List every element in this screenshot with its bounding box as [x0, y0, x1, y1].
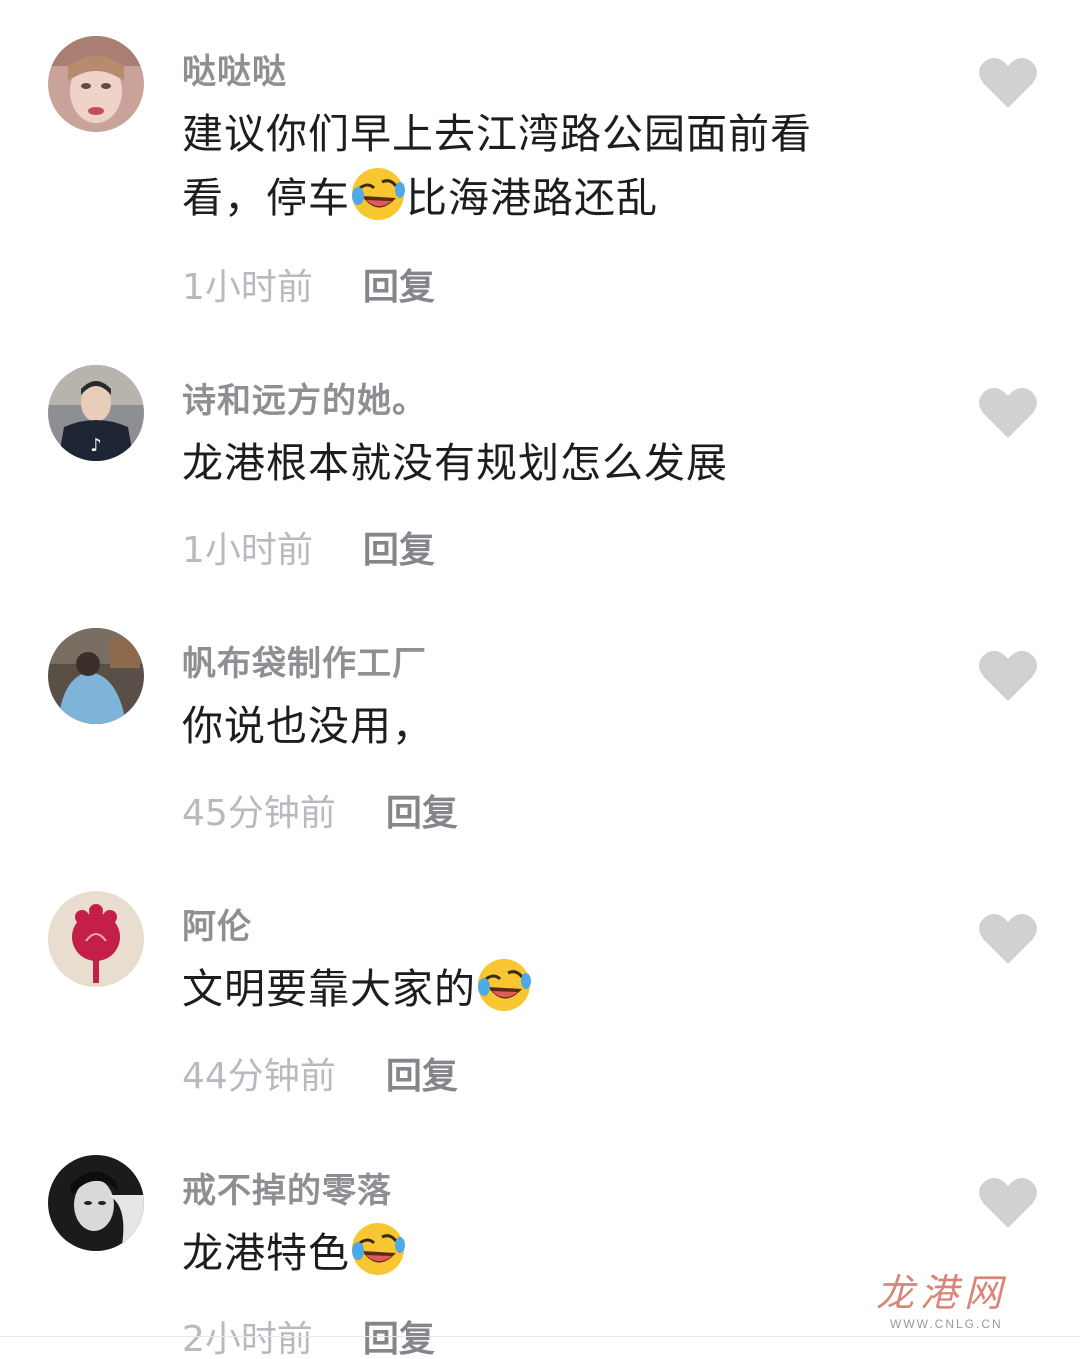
comment-meta: 1小时前 回复	[182, 258, 435, 310]
reply-button[interactable]: 回复	[363, 267, 435, 308]
heart-icon[interactable]	[978, 1176, 1038, 1230]
avatar[interactable]	[48, 1155, 144, 1251]
comment-meta: 1小时前 回复	[182, 521, 435, 573]
comment-time: 44分钟前	[182, 1056, 336, 1097]
comment-text-part: 龙港特色	[182, 1229, 350, 1277]
comment-text: 龙港特色	[182, 1221, 882, 1285]
comment-text-part: 比海港路还乱	[406, 174, 658, 222]
comment-text: 你说也没用，	[182, 694, 882, 758]
avatar[interactable]: ♪	[48, 365, 144, 461]
comment-list-page: 哒哒哒 建议你们早上去江湾路公园面前看看，停车 比海港路还乱 1小时前 回复 ♪…	[0, 0, 1080, 1359]
comment-username[interactable]: 戒不掉的零落	[182, 1163, 392, 1212]
comment-username[interactable]: 阿伦	[182, 899, 252, 948]
watermark-logo: 龙港网	[876, 1271, 1009, 1315]
watermark: 龙港网 WWW.CNLG.CN	[876, 1262, 1016, 1342]
rofl-emoji	[352, 1223, 405, 1275]
rofl-emoji	[478, 959, 531, 1011]
avatar[interactable]	[48, 628, 144, 724]
svg-text:♪: ♪	[90, 435, 102, 456]
comment-username[interactable]: 哒哒哒	[182, 44, 287, 93]
heart-icon[interactable]	[978, 912, 1038, 966]
comment-time: 45分钟前	[182, 793, 336, 834]
comment-text: 文明要靠大家的	[182, 957, 882, 1021]
watermark-url: WWW.CNLG.CN	[890, 1317, 1003, 1331]
comment-meta: 44分钟前 回复	[182, 1047, 458, 1099]
comment-text-part: 你说也没用，	[182, 702, 434, 750]
comment-text: 建议你们早上去江湾路公园面前看看，停车 比海港路还乱	[182, 102, 882, 230]
reply-button[interactable]: 回复	[363, 530, 435, 571]
reply-button[interactable]: 回复	[363, 1319, 435, 1359]
comment-text-part: 龙港根本就没有规划怎么发展	[182, 439, 728, 487]
comment-meta: 45分钟前 回复	[182, 784, 458, 836]
rofl-emoji	[352, 168, 405, 220]
heart-icon[interactable]	[978, 649, 1038, 703]
reply-button[interactable]: 回复	[386, 793, 458, 834]
reply-button[interactable]: 回复	[386, 1056, 458, 1097]
comment-username[interactable]: 帆布袋制作工厂	[182, 636, 427, 685]
avatar[interactable]	[48, 891, 144, 987]
heart-icon[interactable]	[978, 56, 1038, 110]
heart-icon[interactable]	[978, 386, 1038, 440]
comment-time: 2小时前	[182, 1319, 313, 1359]
comment-text: 龙港根本就没有规划怎么发展	[182, 431, 882, 495]
comment-username[interactable]: 诗和远方的她。	[182, 373, 427, 422]
comment-time: 1小时前	[182, 267, 313, 308]
comment-text-part: 文明要靠大家的	[182, 965, 476, 1013]
comment-meta: 2小时前 回复	[182, 1310, 435, 1359]
comment-time: 1小时前	[182, 530, 313, 571]
avatar[interactable]	[48, 36, 144, 132]
